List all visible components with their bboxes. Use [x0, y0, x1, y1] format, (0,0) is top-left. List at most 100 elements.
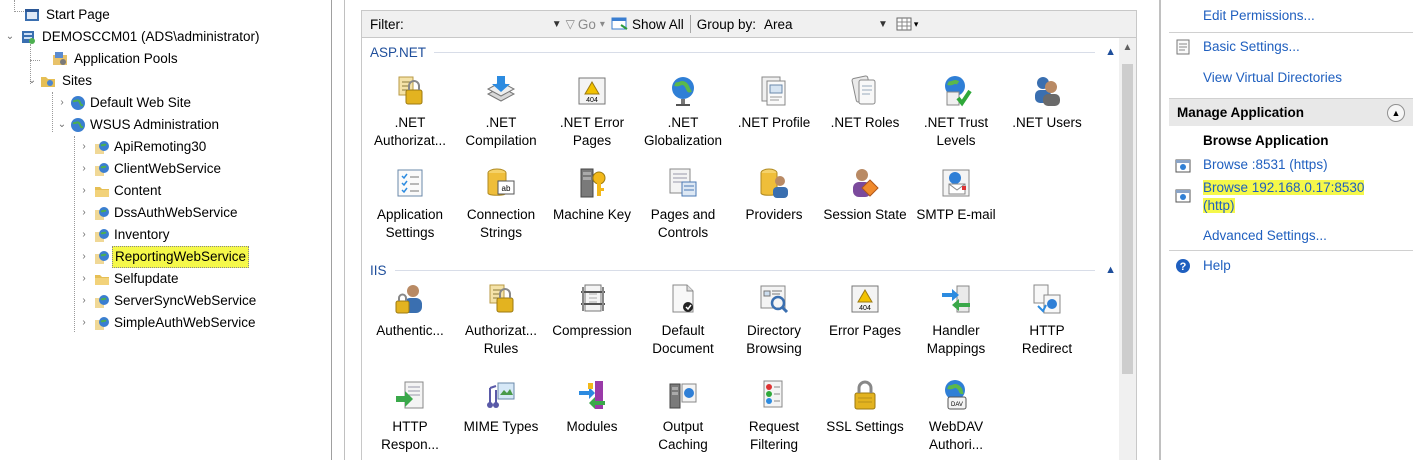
advanced-settings-link[interactable]: Advanced Settings... — [1203, 228, 1327, 243]
browse-icon — [1175, 189, 1191, 203]
group-by-select[interactable]: Area — [764, 17, 874, 32]
feature-connection-strings[interactable]: ab Connection Strings — [455, 166, 547, 242]
web-application-icon — [95, 141, 109, 154]
feature-label: Request Filtering — [748, 419, 800, 452]
collapse-chevron-icon[interactable]: ⌄ — [26, 70, 38, 92]
expand-chevron-icon[interactable]: › — [78, 246, 90, 268]
expand-chevron-icon[interactable]: › — [78, 312, 90, 334]
webdav-authoring-icon: DAV — [945, 380, 967, 410]
feature-net-authorization[interactable]: .NET Authorizat... — [364, 74, 456, 150]
group-collapse-icon[interactable]: ▲ — [1105, 46, 1116, 58]
feature-net-trust-levels[interactable]: .NET Trust Levels — [910, 74, 1002, 150]
help-link[interactable]: Help — [1203, 258, 1231, 273]
expand-chevron-icon[interactable]: › — [78, 158, 90, 180]
feature-webdav-authoring[interactable]: DAV WebDAV Authori... — [910, 378, 1002, 454]
tree-item-sites[interactable]: ⌄ Sites — [0, 70, 300, 92]
expand-chevron-icon[interactable]: › — [56, 92, 68, 114]
tree-item-wsus-child[interactable]: › Content — [0, 180, 320, 202]
group-by-dropdown-icon[interactable]: ▼ — [878, 19, 888, 30]
feature-application-settings[interactable]: Application Settings — [364, 166, 456, 242]
tree-item-wsus-child[interactable]: › DssAuthWebService — [0, 202, 320, 224]
browse-application-heading: Browse Application — [1203, 133, 1329, 148]
edit-permissions-link[interactable]: Edit Permissions... — [1203, 8, 1315, 23]
scrollbar-thumb[interactable] — [1122, 64, 1133, 374]
feature-net-roles[interactable]: .NET Roles — [819, 74, 911, 132]
authentication-icon — [395, 285, 422, 314]
tree-item-wsus-child[interactable]: › Selfupdate — [0, 268, 320, 290]
collapse-chevron-icon[interactable]: ⌄ — [56, 114, 68, 136]
scroll-up-icon[interactable]: ▲ — [1119, 42, 1136, 53]
tree-item-wsus-child[interactable]: › Inventory — [0, 224, 320, 246]
go-button[interactable]: ▽ Go ▾ — [566, 17, 609, 32]
group-header-iis[interactable]: IIS ▲ — [370, 260, 1120, 280]
collapse-section-icon[interactable]: ▲ — [1387, 103, 1405, 122]
feature-modules[interactable]: Modules — [546, 378, 638, 436]
funnel-icon: ▽ — [565, 17, 575, 31]
feature-output-caching[interactable]: Output Caching — [637, 378, 729, 454]
feature-net-users[interactable]: .NET Users — [1001, 74, 1093, 132]
expand-chevron-icon[interactable]: › — [78, 224, 90, 246]
tree-item-wsus-child[interactable]: › ApiRemoting30 — [0, 136, 320, 158]
tree-item-wsus-child[interactable]: › ServerSyncWebService — [0, 290, 320, 312]
expand-chevron-icon[interactable]: › — [78, 202, 90, 224]
tree-item-app-pools[interactable]: Application Pools — [0, 48, 300, 70]
feature-smtp-email[interactable]: SMTP E-mail — [910, 166, 1002, 224]
view-virtual-directories-link[interactable]: View Virtual Directories — [1203, 70, 1342, 85]
tree-item-wsus-child[interactable]: › SimpleAuthWebService — [0, 312, 320, 334]
expand-chevron-icon[interactable]: › — [78, 290, 90, 312]
group-header-aspnet[interactable]: ASP.NET ▲ — [370, 42, 1120, 62]
tree-item-server[interactable]: ⌄ DEMOSCCM01 (ADS\administrator) — [0, 26, 320, 48]
collapse-chevron-icon[interactable]: ⌄ — [4, 26, 16, 48]
feature-label: Session State — [823, 207, 907, 222]
feature-label: .NET Users — [1012, 115, 1082, 130]
expand-chevron-icon[interactable]: › — [78, 268, 90, 290]
feature-session-state[interactable]: Session State — [819, 166, 911, 224]
filter-input[interactable] — [407, 13, 548, 35]
go-dropdown-icon[interactable]: ▾ — [600, 19, 605, 30]
feature-compression[interactable]: Compression — [546, 282, 638, 340]
feature-authorization-rules[interactable]: Authorizat... Rules — [455, 282, 547, 358]
filter-toolbar: Filter: ▼ ▽ Go ▾ Show All Group by: Area… — [361, 10, 1137, 38]
show-all-button[interactable]: Show All — [611, 17, 684, 32]
feature-http-redirect[interactable]: HTTP Redirect — [1001, 282, 1093, 358]
expand-chevron-icon[interactable]: › — [78, 180, 90, 202]
feature-providers[interactable]: Providers — [728, 166, 820, 224]
feature-net-compilation[interactable]: .NET Compilation — [455, 74, 547, 150]
feature-pages-and-controls[interactable]: Pages and Controls — [637, 166, 729, 242]
tree-item-start-page[interactable]: Start Page — [0, 4, 300, 26]
machine-key-icon — [580, 168, 606, 198]
tree-item-wsus-administration[interactable]: ⌄ WSUS Administration — [0, 114, 300, 136]
feature-directory-browsing[interactable]: Directory Browsing — [728, 282, 820, 358]
feature-authentication[interactable]: Authentic... — [364, 282, 456, 340]
feature-handler-mappings[interactable]: Handler Mappings — [910, 282, 1002, 358]
feature-label: Providers — [745, 207, 803, 222]
group-collapse-icon[interactable]: ▲ — [1105, 264, 1116, 276]
vertical-scrollbar[interactable]: ▲ — [1119, 38, 1136, 460]
feature-label: SMTP E-mail — [916, 207, 996, 222]
net-profile-icon — [761, 76, 786, 106]
tree-item-wsus-child[interactable]: › ClientWebService — [0, 158, 320, 180]
feature-machine-key[interactable]: Machine Key — [546, 166, 638, 224]
basic-settings-icon — [1176, 39, 1190, 55]
browse-http-link[interactable]: Browse 192.168.0.17:8530 (http) — [1203, 179, 1365, 215]
browse-https-link[interactable]: Browse :8531 (https) — [1203, 157, 1328, 172]
feature-label: SSL Settings — [826, 419, 904, 434]
tree-item-reportingwebservice-selected[interactable]: › ReportingWebService — [0, 246, 320, 268]
feature-request-filtering[interactable]: Request Filtering — [728, 378, 820, 454]
filter-dropdown-icon[interactable]: ▼ — [552, 19, 562, 30]
tree-item-default-web-site[interactable]: › Default Web Site — [0, 92, 300, 114]
feature-mime-types[interactable]: MIME Types — [455, 378, 547, 436]
basic-settings-link[interactable]: Basic Settings... — [1203, 39, 1300, 54]
feature-ssl-settings[interactable]: SSL Settings — [819, 378, 911, 436]
feature-net-profile[interactable]: .NET Profile — [728, 74, 820, 132]
feature-label: .NET Roles — [830, 115, 900, 130]
manage-application-header[interactable]: Manage Application ▲ — [1169, 98, 1413, 126]
feature-net-error-pages[interactable]: 404 .NET Error Pages — [546, 74, 638, 150]
feature-http-response-headers[interactable]: HTTP Respon... — [364, 378, 456, 454]
feature-net-globalization[interactable]: .NET Globalization — [637, 74, 729, 150]
view-mode-button[interactable]: ▾ — [896, 17, 918, 31]
feature-error-pages[interactable]: 404 Error Pages — [819, 282, 911, 340]
feature-default-document[interactable]: Default Document — [637, 282, 729, 358]
feature-label: Machine Key — [552, 207, 632, 222]
expand-chevron-icon[interactable]: › — [78, 136, 90, 158]
